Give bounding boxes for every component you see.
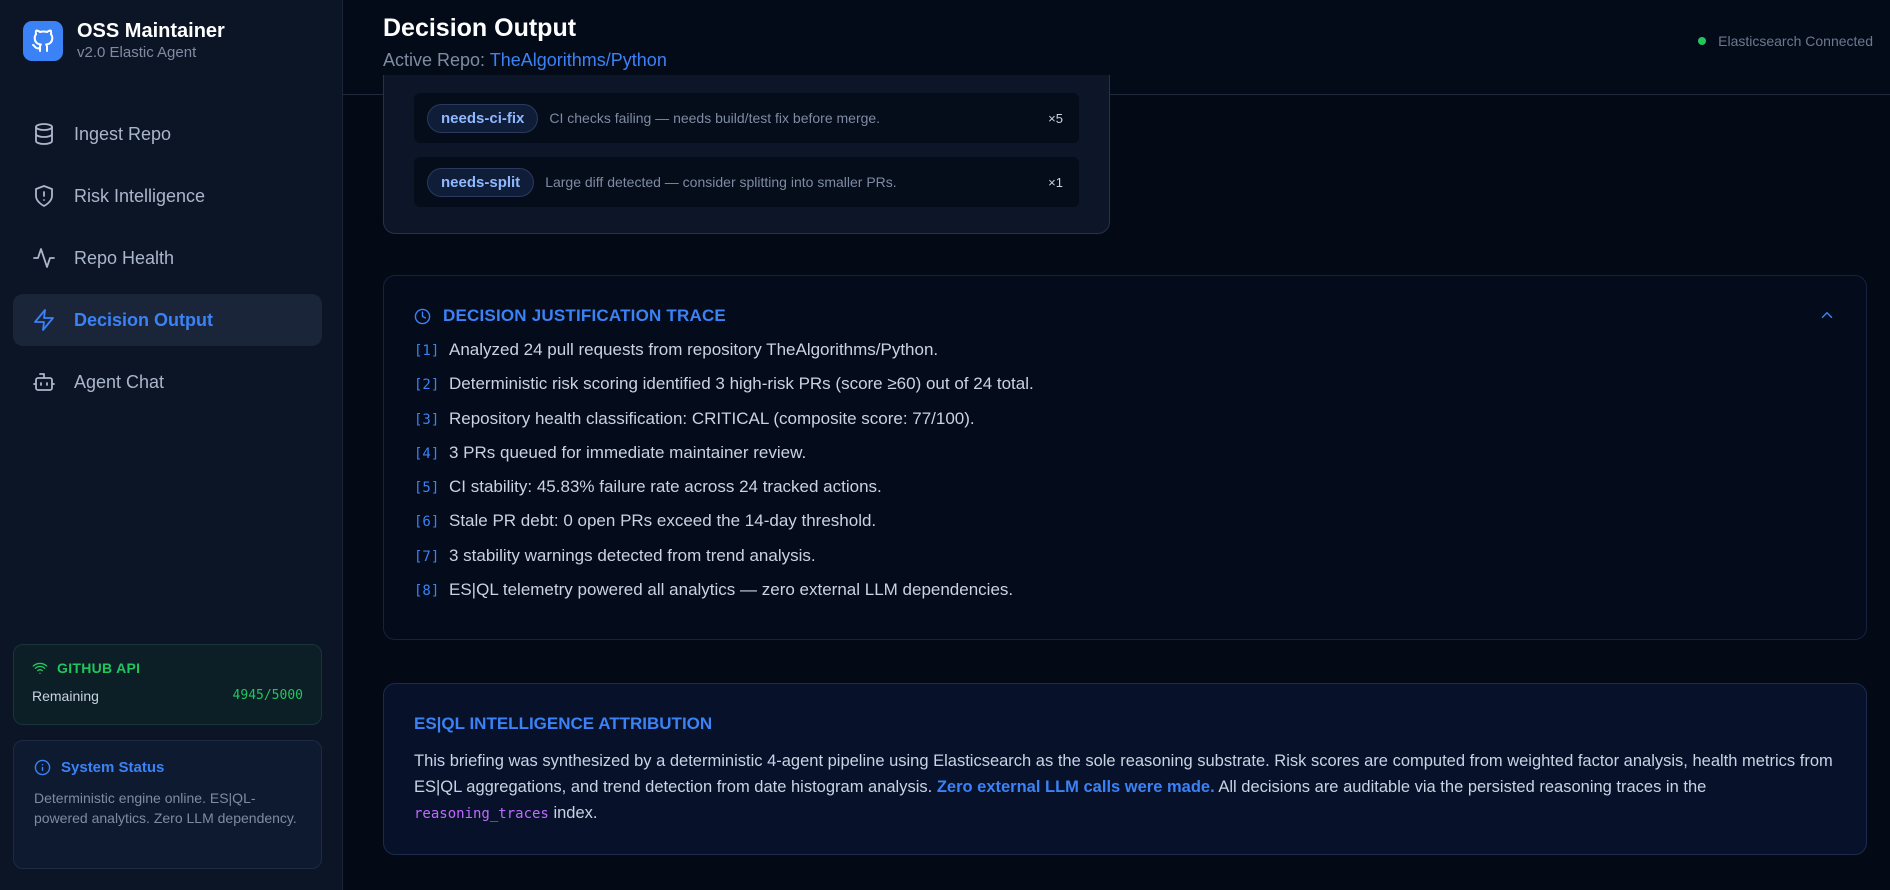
github-api-card: GITHUB API Remaining 4945/5000: [13, 644, 322, 725]
trace-number: [5]: [414, 480, 440, 497]
trace-number: [2]: [414, 377, 440, 394]
trace-number: [7]: [414, 548, 440, 565]
trace-text: ES|QL telemetry powered all analytics — …: [449, 580, 1014, 600]
activity-icon: [32, 246, 56, 270]
trace-item: [3] Repository health classification: CR…: [414, 409, 1836, 443]
decision-trace-card: DECISION JUSTIFICATION TRACE [1] Analyze…: [383, 275, 1867, 640]
brand: OSS Maintainer v2.0 Elastic Agent: [0, 0, 342, 62]
app-title: OSS Maintainer: [77, 20, 225, 42]
github-api-title: GITHUB API: [57, 660, 141, 676]
attribution-body: This briefing was synthesized by a deter…: [414, 748, 1836, 827]
active-repo-name[interactable]: TheAlgorithms/Python: [490, 50, 667, 70]
trace-item: [6] Stale PR debt: 0 open PRs exceed the…: [414, 511, 1836, 545]
sidebar: OSS Maintainer v2.0 Elastic Agent Ingest…: [0, 0, 343, 890]
sidebar-item-agent-chat[interactable]: Agent Chat: [13, 356, 322, 408]
label-pill: needs-split: [427, 167, 535, 197]
label-description: Large diff detected — consider splitting…: [545, 174, 897, 190]
labels-card: needs-ci-fix CI checks failing — needs b…: [383, 75, 1110, 234]
trace-text: Analyzed 24 pull requests from repositor…: [449, 340, 939, 359]
trace-title: DECISION JUSTIFICATION TRACE: [443, 306, 726, 325]
trace-text: Stale PR debt: 0 open PRs exceed the 14-…: [449, 511, 877, 531]
sidebar-item-decision-output[interactable]: Decision Output: [13, 294, 322, 346]
system-status-body: Deterministic engine online. ES|QL-power…: [34, 790, 297, 826]
trace-text: 3 stability warnings detected from trend…: [449, 545, 816, 565]
chevron-up-icon[interactable]: [1818, 306, 1836, 324]
trace-text: Repository health classification: CRITIC…: [449, 408, 975, 428]
trace-number: [3]: [414, 411, 440, 428]
sidebar-item-label: Decision Output: [74, 309, 213, 330]
system-status-card: System Status Deterministic engine onlin…: [13, 740, 322, 869]
clock-icon: [414, 308, 431, 325]
remaining-label: Remaining: [32, 688, 99, 704]
sidebar-item-repo-health[interactable]: Repo Health: [13, 232, 322, 284]
trace-item: [1] Analyzed 24 pull requests from repos…: [414, 340, 1836, 374]
connection-status: Elasticsearch Connected: [1698, 33, 1873, 49]
trace-item: [5] CI stability: 45.83% failure rate ac…: [414, 477, 1836, 511]
connection-status-text: Elasticsearch Connected: [1718, 33, 1873, 49]
trace-number: [1]: [414, 343, 440, 359]
shield-alert-icon: [32, 184, 56, 208]
attribution-text: All decisions are auditable via the pers…: [1214, 778, 1707, 796]
trace-number: [4]: [414, 445, 440, 462]
trace-item: [2] Deterministic risk scoring identifie…: [414, 374, 1836, 408]
label-row: needs-ci-fix CI checks failing — needs b…: [414, 93, 1079, 143]
label-description: CI checks failing — needs build/test fix…: [549, 110, 881, 126]
sidebar-item-label: Agent Chat: [74, 371, 165, 392]
trace-number: [8]: [414, 583, 440, 600]
wifi-icon: [32, 660, 48, 676]
trace-item: [4] 3 PRs queued for immediate maintaine…: [414, 443, 1836, 477]
trace-text: CI stability: 45.83% failure rate across…: [449, 477, 882, 497]
attribution-highlight: Zero external LLM calls were made.: [936, 778, 1215, 796]
attribution-text: index.: [548, 804, 598, 822]
trace-item: [7] 3 stability warnings detected from t…: [414, 546, 1836, 580]
sidebar-nav: Ingest Repo Risk Intelligence Repo Healt…: [13, 108, 322, 418]
status-dot-icon: [1698, 37, 1707, 45]
info-icon: [34, 759, 51, 776]
database-icon: [32, 122, 56, 146]
active-repo: Active Repo: TheAlgorithms/Python: [383, 50, 1850, 71]
bot-icon: [32, 370, 56, 394]
attribution-card: ES|QL INTELLIGENCE ATTRIBUTION This brie…: [383, 683, 1867, 855]
sidebar-item-label: Risk Intelligence: [74, 185, 206, 206]
label-pill: needs-ci-fix: [427, 103, 539, 133]
sidebar-item-label: Ingest Repo: [74, 123, 172, 144]
trace-text: 3 PRs queued for immediate maintainer re…: [449, 442, 807, 462]
sidebar-item-risk-intelligence[interactable]: Risk Intelligence: [13, 170, 322, 222]
label-count: ×5: [1048, 110, 1063, 126]
trace-item: [8] ES|QL telemetry powered all analytic…: [414, 580, 1836, 614]
app-version: v2.0 Elastic Agent: [77, 44, 197, 61]
remaining-value: 4945/5000: [232, 688, 303, 703]
attribution-title: ES|QL INTELLIGENCE ATTRIBUTION: [414, 714, 713, 733]
index-name-code: reasoning_traces: [414, 806, 549, 822]
system-status-title: System Status: [61, 759, 165, 776]
app-root: OSS Maintainer v2.0 Elastic Agent Ingest…: [0, 0, 1890, 890]
sidebar-item-ingest-repo[interactable]: Ingest Repo: [13, 108, 322, 160]
trace-list: [1] Analyzed 24 pull requests from repos…: [414, 340, 1836, 614]
sidebar-item-label: Repo Health: [74, 247, 175, 268]
lightning-icon: [32, 308, 56, 332]
label-row: needs-split Large diff detected — consid…: [414, 157, 1079, 207]
main-panel: Decision Output Active Repo: TheAlgorith…: [343, 0, 1890, 890]
active-repo-label: Active Repo:: [383, 50, 486, 70]
page-title: Decision Output: [383, 14, 577, 42]
trace-text: Deterministic risk scoring identified 3 …: [449, 374, 1034, 394]
trace-number: [6]: [414, 514, 440, 531]
label-count: ×1: [1048, 174, 1063, 190]
github-logo-icon: [23, 21, 63, 61]
